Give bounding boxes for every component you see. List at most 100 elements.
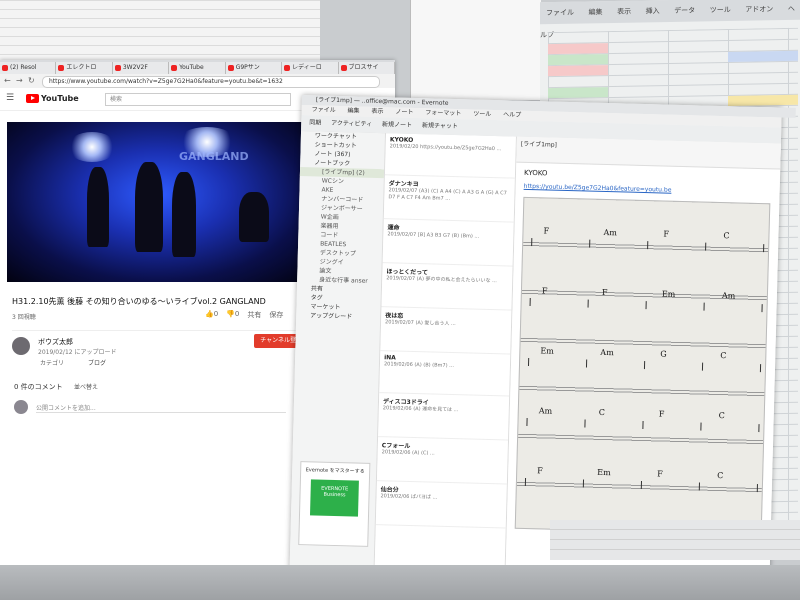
browser-tab[interactable]: 3W2V2F bbox=[112, 62, 170, 74]
back-icon[interactable]: ← bbox=[4, 76, 11, 85]
bar-line bbox=[584, 419, 586, 428]
notebook-selector[interactable]: [ライブ1mp] bbox=[521, 141, 557, 149]
bottom-panel bbox=[550, 520, 800, 560]
file-tree-window bbox=[410, 0, 541, 100]
menu-item[interactable]: アドオン bbox=[745, 5, 773, 13]
chord-label: C bbox=[718, 411, 725, 421]
note-card[interactable]: 夜は恋 2019/02/07 (A) 愛し合う人 ... bbox=[380, 307, 512, 355]
note-title[interactable]: KYOKO bbox=[524, 169, 548, 178]
note-card-snippet: 2019/02/06 (A) (B) (Bm7) ... bbox=[383, 361, 455, 370]
note-link[interactable]: https://youtu.be/Z5ge7G2Ha0&feature=yout… bbox=[524, 183, 672, 194]
colored-cell[interactable] bbox=[548, 65, 608, 77]
view-count: 3 回視聴 bbox=[12, 314, 36, 321]
menu-item[interactable]: 編集 bbox=[347, 107, 359, 114]
category-label: カテゴリ bbox=[40, 360, 65, 367]
menu-item[interactable]: 挿入 bbox=[646, 7, 660, 15]
forward-icon[interactable]: → bbox=[16, 76, 23, 85]
tree-row[interactable] bbox=[411, 20, 541, 30]
thumbs-up-icon: 👍 bbox=[205, 310, 214, 318]
promo-panel[interactable]: Evernote をマスターする EVERNOTE Business bbox=[298, 461, 371, 547]
bar-line bbox=[700, 422, 702, 431]
new-note-button[interactable]: 新規ノート bbox=[382, 121, 412, 129]
activity-button[interactable]: アクティビティ bbox=[331, 120, 372, 128]
menu-item[interactable]: データ bbox=[674, 7, 695, 15]
performer bbox=[135, 162, 163, 252]
menu-item[interactable]: ツール bbox=[473, 110, 491, 117]
chord-label: F bbox=[537, 466, 543, 476]
note-card[interactable]: ディスコ3ドライ 2019/02/06 (A) 運命を見ては ... bbox=[378, 393, 510, 441]
menu-item[interactable]: ヘルプ bbox=[503, 111, 521, 118]
performer bbox=[172, 172, 196, 257]
note-card[interactable]: KYOKO 2019/02/20 https://youtu.be/Z5ge7G2… bbox=[384, 133, 516, 179]
avatar[interactable] bbox=[12, 337, 30, 355]
youtube-logo[interactable]: YouTube bbox=[26, 94, 79, 103]
chord-label: F bbox=[663, 229, 670, 239]
note-card[interactable]: 運命 2019/02/07 [B] A3 B3 G7 (B) (Bm) ... bbox=[382, 219, 514, 267]
comment-input[interactable]: 公開コメントを追加... bbox=[36, 403, 286, 413]
menu-item[interactable]: 表示 bbox=[371, 108, 383, 115]
note-card-snippet: 2019/02/06 ぱパヨぱ ... bbox=[380, 493, 438, 501]
colored-cell[interactable] bbox=[548, 54, 608, 66]
stage-sign: GANGLAND bbox=[179, 150, 249, 163]
menu-item[interactable]: ノート bbox=[395, 108, 413, 115]
sync-button[interactable]: 同期 bbox=[309, 119, 321, 126]
menu-item[interactable]: 編集 bbox=[589, 8, 603, 16]
background-spreadsheet bbox=[0, 0, 320, 60]
url-input[interactable]: https://www.youtube.com/watch?v=Z5ge7G2H… bbox=[42, 76, 380, 88]
browser-tab[interactable]: ブロスサイ bbox=[338, 62, 395, 74]
menu-item[interactable]: ファイル bbox=[546, 9, 574, 17]
bar-line bbox=[703, 302, 705, 311]
colored-cell[interactable] bbox=[728, 50, 798, 62]
colored-cell[interactable] bbox=[548, 87, 608, 99]
menu-item[interactable]: ファイル bbox=[312, 106, 336, 114]
menu-item[interactable]: ツール bbox=[710, 6, 731, 14]
note-card[interactable]: ほっとくだって 2019/02/07 (A) 夢の中の私と会えたらいいな ... bbox=[381, 263, 513, 311]
category-value[interactable]: ブログ bbox=[88, 358, 106, 367]
search-input[interactable]: 検索 bbox=[105, 93, 291, 106]
note-card[interactable]: ダナンキヨ 2019/02/07 (A3) (C) A A4 (C) A A3 G… bbox=[383, 175, 515, 223]
logo-text: YouTube bbox=[41, 94, 79, 103]
new-chat-button[interactable]: 新規チャット bbox=[422, 122, 458, 130]
bar-line bbox=[527, 358, 530, 367]
bar-line bbox=[705, 242, 707, 251]
hamburger-icon[interactable]: ☰ bbox=[6, 93, 14, 103]
video-player[interactable]: GANGLAND bbox=[7, 122, 307, 282]
address-bar-row: ← → ↻ https://www.youtube.com/watch?v=Z5… bbox=[0, 74, 395, 88]
note-card[interactable]: iNA 2019/02/06 (A) (B) (Bm7) ... bbox=[379, 351, 511, 397]
browser-tab[interactable]: G9Pサン bbox=[225, 62, 283, 74]
like-button[interactable]: 👍0 bbox=[205, 310, 218, 320]
browser-tab[interactable]: レディーロ bbox=[282, 62, 339, 74]
tree-row[interactable] bbox=[411, 10, 541, 20]
note-card[interactable]: 仙台分 2019/02/06 ぱパヨぱ ... bbox=[375, 481, 507, 529]
panel-row bbox=[550, 530, 800, 540]
promo-banner[interactable]: EVERNOTE Business bbox=[309, 479, 359, 517]
sort-button[interactable]: 並べ替え bbox=[74, 382, 98, 391]
menu-item[interactable]: 表示 bbox=[617, 8, 631, 16]
bar-line bbox=[758, 424, 760, 433]
chord-label: F bbox=[541, 286, 548, 296]
video-title: H31.2.10先薫 後藤 その知り合いのゆる〜いライブvol.2 GANGLA… bbox=[12, 297, 266, 306]
chord-label: Am bbox=[538, 406, 553, 416]
colored-cell[interactable] bbox=[728, 94, 798, 106]
editor-header: [ライブ1mp] bbox=[516, 136, 781, 170]
dislike-button[interactable]: 👎0 bbox=[226, 310, 239, 320]
reload-icon[interactable]: ↻ bbox=[28, 76, 35, 85]
tree-row[interactable] bbox=[411, 0, 541, 10]
note-card-snippet: 2019/02/20 https://youtu.be/Z5ge7G2Ha0 .… bbox=[389, 143, 502, 153]
engagement-bar: 👍0 👎0 共有 保存 bbox=[205, 310, 283, 320]
colored-cell[interactable] bbox=[548, 43, 608, 55]
bar-line bbox=[647, 241, 649, 250]
spreadsheet-menu: ファイル 編集 表示 挿入 データ ツール アドオン ヘルプ bbox=[540, 0, 800, 39]
menu-item[interactable]: フォーマット bbox=[425, 109, 461, 117]
bar-line bbox=[529, 298, 531, 307]
bar-line bbox=[585, 359, 588, 368]
browser-tab[interactable]: YouTube bbox=[169, 62, 226, 74]
bar-line bbox=[759, 364, 762, 373]
save-button[interactable]: 保存 bbox=[269, 310, 283, 320]
channel-name[interactable]: ボウズ太郎 bbox=[38, 337, 73, 347]
sidebar-item[interactable]: アップグレード bbox=[296, 311, 380, 322]
share-button[interactable]: 共有 bbox=[247, 310, 261, 320]
browser-tab[interactable]: エレクトロ bbox=[56, 62, 113, 74]
browser-tab[interactable]: (2) Resol bbox=[0, 62, 57, 74]
note-card[interactable]: Cフォール 2019/02/06 (A) (C) ... bbox=[376, 437, 509, 485]
